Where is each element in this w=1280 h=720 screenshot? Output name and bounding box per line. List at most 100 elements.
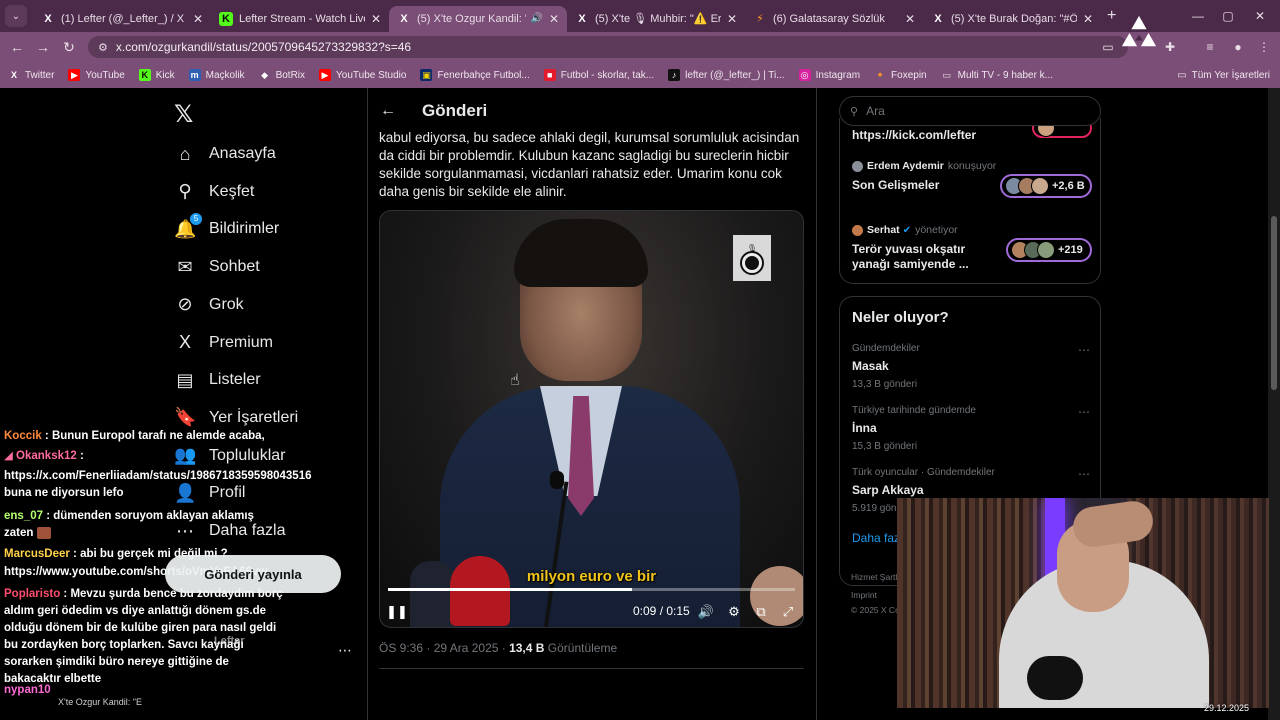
browser-menu-icon[interactable]: ⋮ <box>1252 32 1276 62</box>
space-item-teror-yuvasi[interactable]: Serhat ✔ yönetiyor Terör yuvası okşatır ya… <box>852 224 1092 272</box>
space-item-kick[interactable]: https://kick.com/lefter <box>852 118 1092 143</box>
taskbar-item[interactable]: X'te Ozgur Kandil: "E <box>58 697 142 707</box>
reload-button[interactable]: ↻ <box>56 39 82 56</box>
page-scrollbar[interactable] <box>1268 88 1280 720</box>
pip-icon[interactable]: ⧉ <box>751 603 771 621</box>
nav-item-list[interactable]: ▤ Listeler <box>174 364 260 396</box>
cast-icon[interactable]: ▭ <box>1096 32 1120 62</box>
post-compose-button[interactable]: Gönderi yayınla <box>165 555 341 593</box>
bookmark-item[interactable]: X Twitter <box>8 69 54 81</box>
bookmark-item[interactable]: ◆ BotRix <box>259 69 305 81</box>
grok-icon: ⊘ <box>174 294 196 315</box>
maximize-button[interactable]: ▢ <box>1210 0 1246 32</box>
nav-item-search[interactable]: ⚲ Keşfet <box>174 176 254 208</box>
trend-posts: 15,3 B gönderi <box>852 441 918 452</box>
trend-item[interactable]: Gündemdekiler Masak 13,3 B gönderi ⋯ <box>852 343 1090 390</box>
nav-item-bell[interactable]: 🔔 5 Bildirimler <box>174 212 279 245</box>
browser-tab[interactable]: K Lefter Stream - Watch Live on K ✕ <box>211 6 389 32</box>
chat-username[interactable]: Poplaristo <box>4 588 60 600</box>
x-icon: X <box>934 12 942 25</box>
trend-name: Sarp Akkaya <box>852 483 924 497</box>
address-url[interactable]: x.com/ozgurkandil/status/200570964527332… <box>116 40 411 54</box>
bookmark-item[interactable]: ▭ Multi TV - 9 haber k... <box>941 69 1053 81</box>
media-controls-icon[interactable]: ≡ <box>1198 32 1222 62</box>
divider <box>379 668 804 669</box>
bookmark-item[interactable]: ✦ Foxepin <box>874 69 927 81</box>
chat-username[interactable]: Okanksk12 <box>16 450 77 462</box>
bookmark-item[interactable]: ♪ lefter (@_lefter_) | Ti... <box>668 69 785 81</box>
account-more-icon[interactable]: ⋯ <box>338 642 352 659</box>
chat-username[interactable]: ens_07 <box>4 510 43 522</box>
back-button[interactable]: ← <box>4 39 30 55</box>
x-premium-icon-glyph: X <box>178 332 191 352</box>
close-tab-icon[interactable]: ✕ <box>905 12 915 26</box>
tab-strip: ⌄ X (1) Lefter (@_Lefter_) / X ✕ K Lefter St… <box>0 0 1280 32</box>
tab-search-menu[interactable]: ⌄ <box>5 5 27 27</box>
video-progress-bar[interactable] <box>388 588 795 591</box>
scrollbar-thumb[interactable] <box>1271 216 1277 390</box>
settings-gear-icon[interactable]: ⚙ <box>724 603 744 621</box>
close-tab-icon[interactable]: ✕ <box>193 12 203 26</box>
more-options-icon[interactable]: ⋯ <box>1078 467 1090 481</box>
speaker-icon[interactable]: 🔊 <box>530 13 542 24</box>
close-tab-icon[interactable]: ✕ <box>1083 12 1093 26</box>
bookmark-item[interactable]: ■ Futbol - skorlar, tak... <box>543 69 655 81</box>
nav-item-mail[interactable]: ✉ Sohbet <box>174 251 259 283</box>
fullscreen-icon[interactable]: ⤢ <box>778 603 798 621</box>
chat-username[interactable]: nypan10 <box>4 684 51 696</box>
chat-username[interactable]: Koccik <box>4 430 42 442</box>
fenerbahce-icon: ▣ <box>420 69 433 81</box>
space-item-son-gelismeler[interactable]: Erdem Aydemir konuşuyor Son Gelişmeler +2… <box>852 160 1092 198</box>
bookmark-item[interactable]: ▣ Fenerbahçe Futbol... <box>420 69 530 81</box>
bookmark-item[interactable]: ▶ YouTube Studio <box>319 69 406 81</box>
bookmark-label: Foxepin <box>891 69 927 81</box>
chat-text: https://x.com/Fenerliiadam/status/198671… <box>4 470 312 499</box>
chat-username[interactable]: MarcusDeer <box>4 548 70 560</box>
close-window-button[interactable]: ✕ <box>1242 0 1278 32</box>
more-options-icon[interactable]: ⋯ <box>1078 405 1090 419</box>
grok-icon-glyph: ⊘ <box>177 294 193 315</box>
new-tab-button[interactable]: + <box>1107 7 1116 25</box>
tiktok-icon: ♪ <box>668 69 681 81</box>
bookmark-item[interactable]: m Maçkolik <box>188 69 245 81</box>
more-options-icon[interactable]: ⋯ <box>1078 343 1090 357</box>
browser-tab[interactable]: X (5) X'te Ozgur Kandil: "Erde 🔊 ✕ <box>389 5 567 32</box>
volume-icon[interactable]: 🔊 <box>696 603 716 621</box>
nav-item-grok[interactable]: ⊘ Grok <box>174 289 243 321</box>
nav-item-x-premium[interactable]: X Premium <box>174 327 273 359</box>
search-box[interactable]: ⚲ Ara <box>839 96 1101 126</box>
bookmark-item[interactable]: ◎ Instagram <box>798 69 860 81</box>
search-icon: ⚲ <box>850 105 859 118</box>
back-arrow-icon[interactable]: ← <box>380 102 410 120</box>
close-tab-icon[interactable]: ✕ <box>371 12 381 26</box>
site-info-icon[interactable]: ⚙ <box>98 41 108 54</box>
all-bookmarks-folder[interactable]: ▭ Tüm Yer İşaretleri <box>1177 62 1270 88</box>
extensions-icon[interactable]: ✚ <box>1158 32 1182 62</box>
youtube-icon: ▶ <box>68 69 81 81</box>
browser-tab[interactable]: X (5) X'te Burak Doğan: "#ÖZELH ✕ <box>923 6 1101 32</box>
video-player[interactable]: 🎙 milyon euro ve bir ❚❚ 0:09 / 0:15 🔊 ⚙ … <box>379 210 804 628</box>
forward-button[interactable]: → <box>30 39 56 55</box>
browser-tab[interactable]: ⚡ (6) Galatasaray Sözlük ✕ <box>745 6 923 32</box>
post-timestamp[interactable]: ÖS 9:36 · 29 Ara 2025 · <box>379 641 509 655</box>
address-bar[interactable]: ⚙ x.com/ozgurkandil/status/2005709645273… <box>88 36 1128 58</box>
video-time: 0:09 / 0:15 <box>633 604 690 618</box>
nav-item-home[interactable]: ⌂ Anasayfa <box>174 138 276 170</box>
mackolik-icon: m <box>188 69 201 81</box>
bookmark-item[interactable]: ▶ YouTube <box>68 69 125 81</box>
close-tab-icon[interactable]: ✕ <box>727 12 737 26</box>
bookmark-label: Futbol - skorlar, tak... <box>560 69 655 81</box>
pause-icon[interactable]: ❚❚ <box>386 603 408 621</box>
chat-text: : Bunun Europol tarafı ne alemde acaba, <box>41 430 265 442</box>
x-logo-icon[interactable]: 𝕏 <box>174 100 193 129</box>
profile-avatar-icon[interactable]: ● <box>1226 32 1250 62</box>
browser-tab[interactable]: X (5) X'te 🎙 Muhbir: "⚠️ Erden ✕ <box>567 6 745 32</box>
account-name[interactable]: Lefter <box>214 635 245 647</box>
trend-item[interactable]: Türkiye tarihinde gündemde İnna 15,3 B g… <box>852 405 1090 452</box>
footer-link[interactable]: Imprint <box>851 590 877 600</box>
browser-tab[interactable]: X (1) Lefter (@_Lefter_) / X ✕ <box>33 6 211 32</box>
football-icon <box>740 250 764 275</box>
space-listener-count: +219 <box>1058 244 1083 256</box>
bookmark-item[interactable]: K Kick <box>138 69 175 81</box>
close-tab-icon[interactable]: ✕ <box>549 12 559 26</box>
